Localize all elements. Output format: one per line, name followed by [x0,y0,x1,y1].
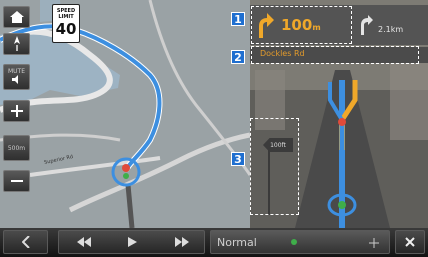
plus-icon [10,105,23,117]
zoom-out-button[interactable] [3,170,30,192]
callout-frame-turn [251,6,352,44]
speed-limit-value: 40 [55,20,77,38]
zoom-in-button[interactable] [3,100,30,122]
back-chevron-icon [21,236,30,248]
map-roads [0,0,250,228]
mute-label: MUTE [7,68,26,75]
close-icon [405,237,415,247]
bottom-toolbar: Normal [0,228,428,257]
navigation-screen: Superior Rd SPEED LIMIT 40 MUTE 500m 100… [0,0,428,257]
minus-icon [10,180,23,182]
fast-forward-icon [174,237,189,247]
home-button[interactable] [3,6,30,28]
callout-number-2: 2 [231,50,245,64]
next-turn-distance: 2.1km [378,24,404,34]
rewind-button[interactable] [59,231,108,253]
close-button[interactable] [395,230,425,254]
next-turn-arrow-icon [361,15,373,35]
callout-frame-street [251,46,419,64]
speed-limit-sign: SPEED LIMIT 40 [52,4,80,43]
speaker-icon [11,75,18,84]
mode-label: Normal [217,235,257,249]
map-scale-label: 500m [7,144,26,152]
callout-frame-distance [250,118,299,215]
callout-number-1: 1 [231,12,245,26]
play-button[interactable] [108,231,157,253]
mode-selector[interactable]: Normal [210,230,390,254]
playback-controls [58,230,205,254]
compass-button[interactable] [3,33,30,55]
callout-number-3: 3 [231,152,245,166]
rewind-icon [76,237,91,247]
north-compass-icon [13,36,20,51]
route-start-icon [291,239,297,245]
back-button[interactable] [3,230,48,254]
play-icon [128,237,137,247]
map-scale-button[interactable]: 500m [3,135,30,161]
next-turn: 2.1km [358,7,426,43]
map-view[interactable]: Superior Rd SPEED LIMIT 40 [0,0,250,228]
mute-button[interactable]: MUTE [3,64,30,90]
crosshair-icon [369,238,379,248]
fast-forward-button[interactable] [157,231,206,253]
home-icon [9,11,24,23]
